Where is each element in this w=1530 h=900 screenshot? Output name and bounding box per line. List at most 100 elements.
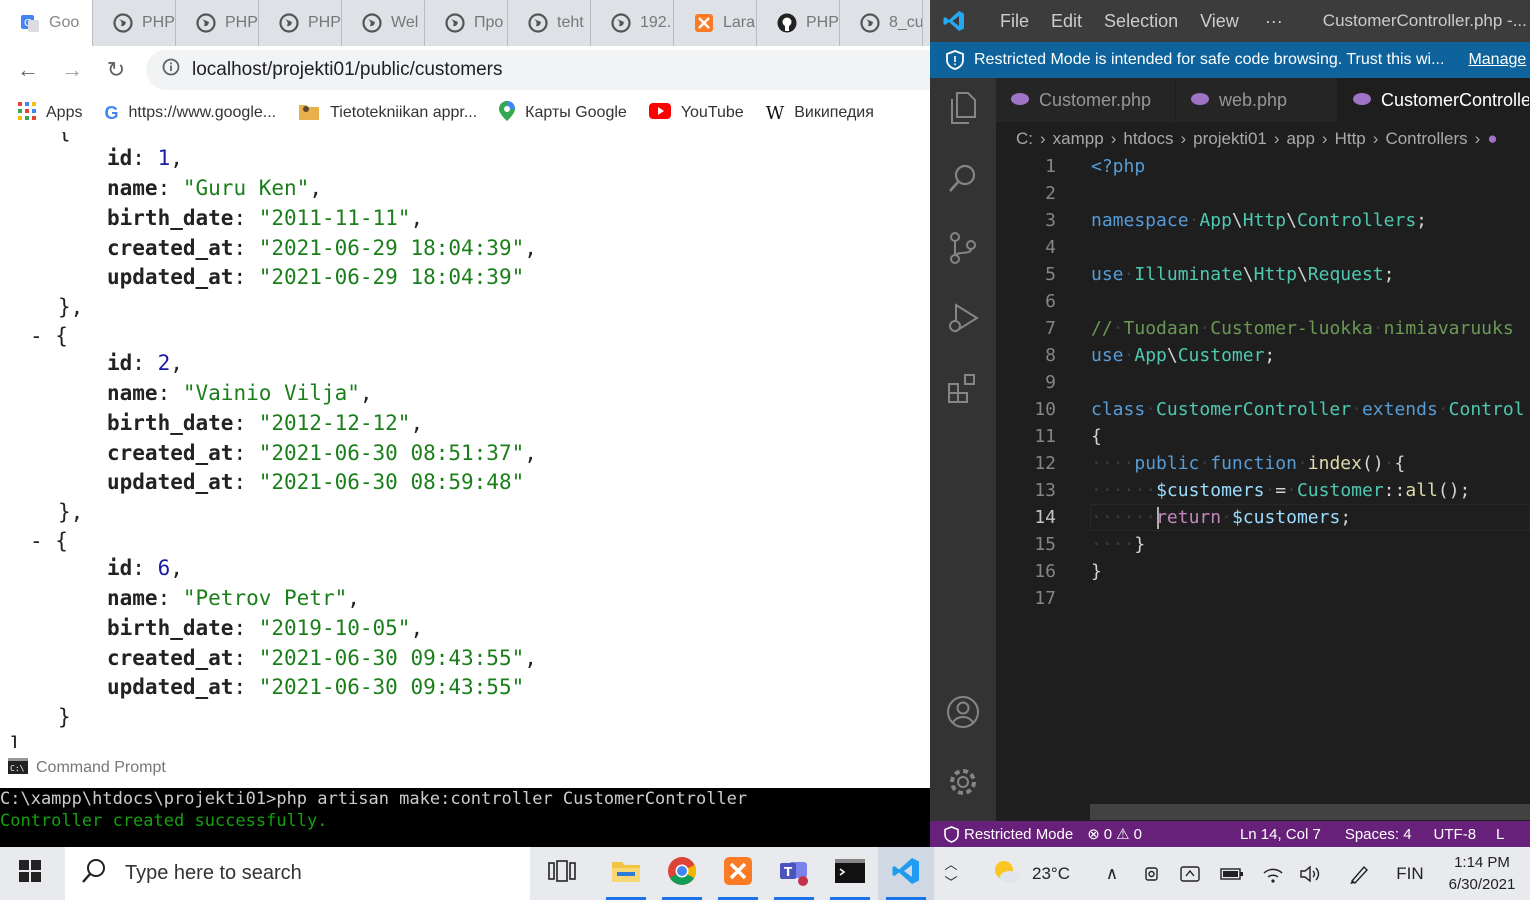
tray-volume-icon[interactable] [1296, 847, 1326, 900]
tray-scroll[interactable]: ︿ ﹀ [938, 847, 964, 900]
code-line[interactable]: namespace·App\Http\Controllers; [1091, 207, 1427, 234]
url-field[interactable]: localhost/projekti01/public/customers [146, 50, 930, 90]
tab-web-php[interactable]: web.php [1176, 78, 1338, 122]
tray-pen-icon[interactable] [1344, 847, 1374, 900]
bookmark-label: https://www.google... [128, 104, 277, 121]
youtube-icon [648, 102, 671, 124]
chevron-right-icon: › [1110, 129, 1117, 148]
status-encoding[interactable]: UTF-8 [1434, 826, 1477, 843]
code-line[interactable]: ······$customers·=·Customer::all(); [1091, 477, 1470, 504]
code-line[interactable]: class·CustomerController·extends·Control [1091, 396, 1525, 423]
vscode-logo-icon [942, 9, 966, 33]
tray-clock[interactable]: 1:14 PM 6/30/2021 [1438, 847, 1526, 900]
breadcrumb-item[interactable]: app [1287, 129, 1315, 149]
tray-language[interactable]: FIN [1386, 847, 1434, 900]
explorer-icon[interactable] [930, 78, 996, 138]
browser-tab-3[interactable]: PHP [259, 0, 342, 46]
browser-tab-7[interactable]: 192. [591, 0, 674, 46]
xampp-icon [694, 13, 714, 33]
line-number: 15 [1034, 534, 1056, 555]
task-view-button[interactable] [534, 847, 590, 900]
taskbar-teams[interactable]: T [766, 847, 822, 900]
bookmark-apps[interactable]: Apps [18, 101, 82, 125]
browser-tab-8[interactable]: Lara [674, 0, 757, 46]
bookmark-wikipedia[interactable]: W Википедия [766, 103, 874, 124]
status-restricted-mode[interactable]: Restricted Mode [944, 826, 1073, 843]
tray-meet-now-icon[interactable] [1140, 847, 1166, 900]
bookmark-google[interactable]: G https://www.google... [104, 103, 276, 124]
breadcrumb-item[interactable]: Http [1335, 129, 1366, 149]
taskbar-search-box[interactable]: Type here to search [65, 847, 530, 900]
teams-icon: T [778, 856, 810, 891]
accounts-icon[interactable] [930, 682, 996, 742]
tray-overflow-button[interactable]: ∧ [1098, 847, 1126, 900]
banner-text: Restricted Mode is intended for safe cod… [974, 51, 1445, 68]
menu-view[interactable]: View [1200, 11, 1239, 32]
search-icon [81, 858, 107, 890]
browser-tab-6[interactable]: teht [508, 0, 591, 46]
taskbar-chrome[interactable] [654, 847, 710, 900]
taskbar-vscode[interactable] [878, 847, 934, 900]
run-debug-icon[interactable] [930, 288, 996, 348]
tray-weather[interactable]: 23°C [990, 847, 1070, 900]
browser-tab-5[interactable]: Про [425, 0, 508, 46]
browser-tab-10[interactable]: 8_cu [840, 0, 923, 46]
breadcrumb-item[interactable]: Controllers [1385, 129, 1467, 149]
breadcrumb-item[interactable]: projekti01 [1193, 129, 1267, 149]
tray-battery-icon[interactable] [1218, 847, 1246, 900]
bookmark-maps[interactable]: Карты Google [499, 100, 627, 126]
tray-onedrive-icon[interactable] [1178, 847, 1204, 900]
source-control-icon[interactable] [930, 218, 996, 278]
menu-file[interactable]: File [1000, 11, 1029, 32]
banner-manage-link[interactable]: Manage [1468, 51, 1526, 69]
status-indentation[interactable]: Spaces: 4 [1345, 826, 1412, 843]
code-line[interactable]: use·App\Customer; [1091, 342, 1275, 369]
browser-tab-9[interactable]: PHP [757, 0, 840, 46]
browser-tab-1[interactable]: PHP [93, 0, 176, 46]
code-line[interactable]: //·Tuodaan·Customer-luokka·nimiavaruuks [1091, 315, 1514, 342]
bookmark-tietotekniikan[interactable]: Tietotekniikan appr... [298, 101, 477, 126]
tray-wifi-icon[interactable] [1260, 847, 1286, 900]
bookmark-youtube[interactable]: YouTube [648, 102, 744, 124]
status-problems[interactable]: ⊗ 0 ⚠ 0 [1087, 825, 1142, 844]
menu-edit[interactable]: Edit [1051, 11, 1082, 32]
json-field-birth-date: birth_date: "2012-12-12", [107, 411, 424, 435]
menu-selection[interactable]: Selection [1104, 11, 1178, 32]
tab-customer-php[interactable]: Customer.php [996, 78, 1176, 122]
json-field-updated-at: updated_at: "2021-06-30 08:59:48" [107, 470, 525, 494]
code-line[interactable]: use·Illuminate\Http\Request; [1091, 261, 1394, 288]
json-collapse-toggle[interactable]: - { [30, 526, 68, 556]
settings-gear-icon[interactable] [930, 752, 996, 812]
code-line[interactable]: <?php [1091, 153, 1145, 180]
reload-button[interactable]: ↻ [94, 50, 138, 90]
info-icon[interactable] [162, 58, 180, 82]
menu-more[interactable]: ··· [1265, 11, 1283, 32]
browser-tab-4[interactable]: Wel [342, 0, 425, 46]
start-button[interactable] [2, 847, 58, 900]
taskbar-xampp[interactable] [710, 847, 766, 900]
horizontal-scrollbar[interactable] [1090, 804, 1530, 820]
breadcrumb-item[interactable]: xampp [1053, 129, 1104, 149]
json-collapse-toggle[interactable]: - { [30, 321, 68, 351]
breadcrumb-item[interactable]: htdocs [1123, 129, 1173, 149]
back-button[interactable]: ← [6, 50, 50, 90]
browser-tab-2[interactable]: PHP [176, 0, 259, 46]
breadcrumb-item[interactable]: C: [1016, 129, 1033, 149]
forward-button[interactable]: → [50, 50, 94, 90]
status-cursor-position[interactable]: Ln 14, Col 7 [1240, 826, 1321, 843]
weather-sun-icon [990, 857, 1022, 890]
tab-customercontroller-php[interactable]: CustomerController [1338, 78, 1530, 122]
code-line[interactable]: } [1091, 558, 1102, 585]
text-cursor [1157, 507, 1159, 529]
extensions-icon[interactable] [930, 358, 996, 418]
search-icon[interactable] [930, 148, 996, 208]
status-eol[interactable]: L [1496, 826, 1504, 843]
code-line[interactable]: ····public·function·index()·{ [1091, 450, 1405, 477]
json-field-birth-date: birth_date: "2019-10-05", [107, 616, 424, 640]
taskbar-command-prompt[interactable] [822, 847, 878, 900]
code-line[interactable]: ····} [1091, 531, 1145, 558]
code-line[interactable]: { [1091, 423, 1102, 450]
taskbar-file-explorer[interactable] [598, 847, 654, 900]
browser-tab-0[interactable]: G Goo [0, 0, 93, 46]
globe-icon [279, 13, 299, 33]
